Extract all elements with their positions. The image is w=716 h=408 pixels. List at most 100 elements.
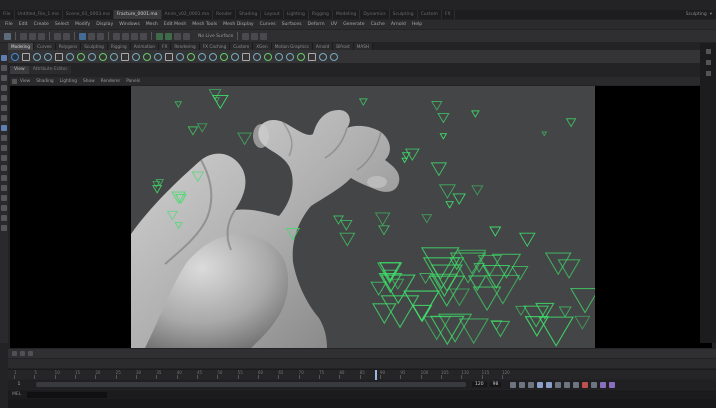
panel-menu-lighting[interactable]: Lighting: [57, 79, 80, 84]
step-back-key-icon[interactable]: [519, 381, 526, 388]
emitter-icon[interactable]: [88, 52, 96, 61]
menu-modify[interactable]: Modify: [72, 22, 93, 27]
open-scene-icon[interactable]: [29, 32, 36, 40]
menu-file[interactable]: File: [2, 22, 16, 27]
time-slider[interactable]: 1 5 10 15 20 25 30 35 40 45 50 55 60 65 70 75 80 85 90 95 10…: [8, 369, 716, 380]
tab-scene[interactable]: Untitled_File_1.ma: [15, 10, 63, 19]
shelf-tab[interactable]: XGen: [253, 43, 272, 50]
shelf-tab[interactable]: Rigging: [107, 43, 131, 50]
vortex-icon[interactable]: [264, 52, 272, 61]
tab-workspace[interactable]: FX: [442, 10, 455, 19]
select-hierarchy-icon[interactable]: [79, 32, 86, 40]
play-backward-icon[interactable]: [537, 381, 544, 388]
tab-workspace[interactable]: Dynamics: [360, 10, 390, 19]
last-tool-icon[interactable]: [1, 115, 7, 121]
nhair-icon[interactable]: [143, 52, 151, 61]
layout-four-icon[interactable]: [1, 135, 7, 141]
render-icon[interactable]: [156, 32, 163, 40]
snap-grid-icon[interactable]: [113, 32, 120, 40]
layout-hypershade-icon[interactable]: [1, 185, 7, 191]
menu-deform[interactable]: Deform: [305, 22, 328, 27]
xyz-mode-icon[interactable]: [242, 32, 250, 40]
save-scene-icon[interactable]: [38, 32, 45, 40]
tab-workspace[interactable]: Lighting: [284, 10, 309, 19]
newton-icon[interactable]: [297, 52, 305, 61]
playhead[interactable]: [375, 370, 378, 380]
select-component-icon[interactable]: [97, 32, 104, 40]
tab-workspace[interactable]: Layout: [261, 10, 284, 19]
menu-mesh-display[interactable]: Mesh Display: [220, 22, 257, 27]
menu-arnold[interactable]: Arnold: [388, 22, 409, 27]
tab-workspace[interactable]: Modeling: [333, 10, 361, 19]
go-to-start-icon[interactable]: [510, 381, 517, 388]
go-to-end-icon[interactable]: [573, 381, 580, 388]
snap-point-icon[interactable]: [131, 32, 138, 40]
undo-icon[interactable]: [54, 32, 61, 40]
command-language-label[interactable]: MEL: [12, 392, 21, 397]
plane-icon[interactable]: [55, 52, 63, 61]
redo-icon[interactable]: [63, 32, 70, 40]
tab-scene[interactable]: Anim_v02_0001.ma: [162, 10, 214, 19]
scale-tool-icon[interactable]: [1, 105, 7, 111]
paint-select-icon[interactable]: [1, 75, 7, 81]
snap-curve-icon[interactable]: [122, 32, 129, 40]
toggle-sidebar-icon[interactable]: [251, 32, 259, 40]
layout-outliner-icon[interactable]: [1, 165, 7, 171]
render-settings-icon[interactable]: [174, 32, 181, 40]
tab-workspace[interactable]: Rigging: [309, 10, 333, 19]
fluid-icon[interactable]: [121, 52, 129, 61]
channel-box-icon[interactable]: [705, 49, 711, 54]
select-object-icon[interactable]: [88, 32, 95, 40]
layout-uv-icon[interactable]: [1, 195, 7, 201]
layer-icon[interactable]: [28, 351, 33, 356]
layout-render-icon[interactable]: [1, 205, 7, 211]
nucleus-icon[interactable]: [99, 52, 107, 61]
menu-curves[interactable]: Curves: [257, 22, 279, 27]
layer-icon[interactable]: [12, 351, 17, 356]
constraint-icon[interactable]: [154, 52, 162, 61]
menu-mesh-tools[interactable]: Mesh Tools: [189, 22, 220, 27]
snap-plane-icon[interactable]: [140, 32, 147, 40]
layout-custom-icon[interactable]: [1, 225, 7, 231]
bifrost-icon[interactable]: [176, 52, 184, 61]
menu-edit[interactable]: Edit: [16, 22, 31, 27]
cylinder-icon[interactable]: [33, 52, 41, 61]
panel-menu-renderer[interactable]: Renderer: [98, 79, 124, 84]
gravity-icon[interactable]: [242, 52, 250, 61]
menu-surfaces[interactable]: Surfaces: [279, 22, 305, 27]
range-start-field[interactable]: 1: [8, 382, 30, 387]
cache-icon[interactable]: [165, 52, 173, 61]
auto-key-icon[interactable]: [582, 381, 589, 388]
shelf-tab[interactable]: FX: [159, 43, 172, 50]
layer-icon[interactable]: [20, 351, 25, 356]
new-scene-icon[interactable]: [20, 32, 27, 40]
menu-mesh[interactable]: Mesh: [143, 22, 161, 27]
play-forward-icon[interactable]: [546, 381, 553, 388]
workspace-selector[interactable]: Sculpting ▾: [686, 10, 716, 19]
layout-single-icon[interactable]: [1, 125, 7, 131]
3d-viewport[interactable]: [131, 86, 595, 348]
field-icon[interactable]: [110, 52, 118, 61]
radial-icon[interactable]: [319, 52, 327, 61]
shelf-tab[interactable]: Rendering: [171, 43, 200, 50]
shelf-tab[interactable]: Modeling: [8, 43, 35, 50]
cone-icon[interactable]: [44, 52, 52, 61]
sculpt-mesh[interactable]: [131, 110, 400, 348]
step-forward-frame-icon[interactable]: [555, 381, 562, 388]
layout-script-icon[interactable]: [1, 215, 7, 221]
tab-scene-active[interactable]: Fracture_0001.ma: [113, 10, 162, 19]
panel-menu-panels[interactable]: Panels: [123, 79, 143, 84]
current-frame-field[interactable]: 98: [489, 382, 502, 387]
tab-scene[interactable]: Scene_01_0003.ma: [63, 10, 114, 19]
shelf-tab[interactable]: MASH: [353, 43, 374, 50]
tab-workspace[interactable]: Shading: [236, 10, 262, 19]
panel-menu-shading[interactable]: Shading: [33, 79, 56, 84]
shelf-tab[interactable]: Animation: [130, 43, 160, 50]
shelf-tab[interactable]: Bifrost: [333, 43, 354, 50]
select-tool-icon[interactable]: [1, 55, 7, 61]
ipr-render-icon[interactable]: [165, 32, 172, 40]
tab-workspace[interactable]: Sculpting: [390, 10, 418, 19]
instancer-icon[interactable]: [198, 52, 206, 61]
layout-top-icon[interactable]: [1, 155, 7, 161]
air-icon[interactable]: [275, 52, 283, 61]
